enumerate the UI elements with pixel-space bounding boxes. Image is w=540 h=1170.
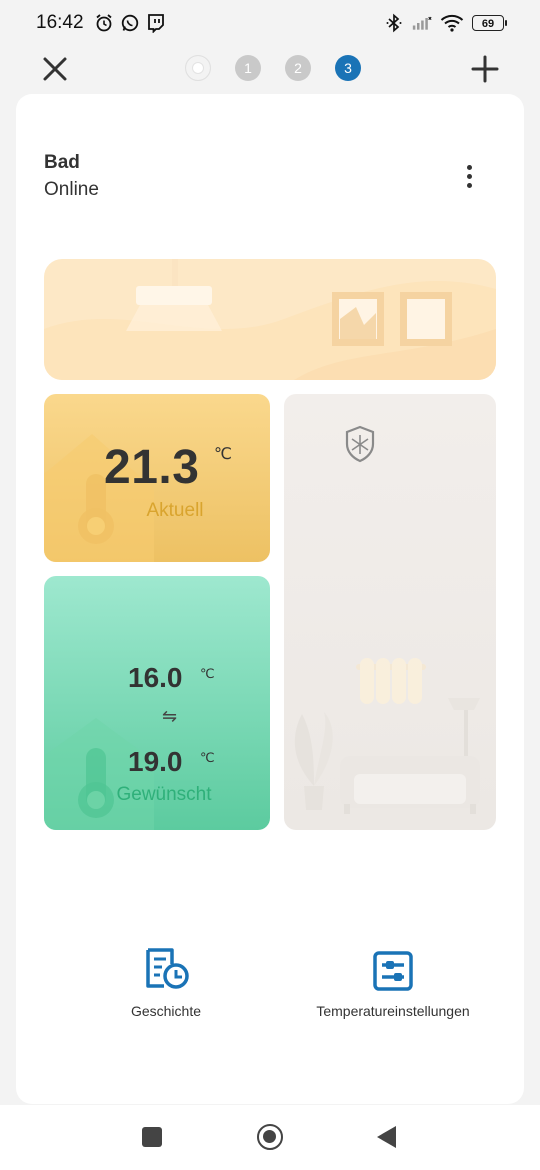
recent-apps-button[interactable] [142,1127,162,1147]
close-button[interactable] [38,52,72,86]
twitch-icon [146,13,166,33]
add-button[interactable] [468,52,502,86]
plus-icon [471,55,499,83]
more-dot [466,183,472,188]
target-high-unit: ℃ [200,750,215,765]
target-high-value: 19.0 [128,746,183,777]
current-temperature-tile[interactable]: 21.3 ℃ Aktuell [44,394,270,562]
signal-icon [412,13,432,33]
snowflake-shield-icon [345,425,375,463]
target-low-unit: ℃ [200,666,215,681]
page-dot-2[interactable]: 2 [285,55,311,81]
mode-tile[interactable] [284,394,496,830]
close-icon [43,57,67,81]
status-right: 69 [384,13,507,33]
current-temperature-unit: ℃ [214,446,232,463]
current-temperature-value: 21.3 [104,441,200,494]
history-label: Geschichte [130,1003,202,1019]
target-low-value: 16.0 [128,662,183,693]
alarm-icon [94,13,114,33]
device-card: Bad Online 21.3 ℃ Aktuell 16.0 ℃ ⇋ 19.0 … [16,94,524,1104]
page-dot-home[interactable] [185,55,211,81]
page-dot-1[interactable]: 1 [235,55,261,81]
battery-icon: 69 [472,15,507,31]
whatsapp-icon [120,13,140,33]
device-status: Online [44,179,99,200]
device-name: Bad [44,152,80,173]
bluetooth-icon [384,13,404,33]
status-left: 16:42 [36,12,166,34]
page-dot-3[interactable]: 3 [335,55,361,81]
temperature-settings-icon [373,951,413,991]
room-banner [44,259,496,380]
status-time: 16:42 [36,12,84,33]
target-temperature-label: Gewünscht [116,784,212,805]
more-dot [466,165,472,170]
target-temperature-tile[interactable]: 16.0 ℃ ⇋ 19.0 ℃ Gewünscht [44,576,270,830]
page-indicator: 1 2 3 [185,55,361,81]
back-button[interactable] [377,1126,396,1148]
more-options-button[interactable] [458,162,480,192]
more-dot [466,174,472,179]
top-nav: 1 2 3 [0,46,540,90]
system-navigation-bar [0,1105,540,1170]
history-icon [146,948,189,989]
status-bar: 16:42 69 [0,0,540,46]
temperature-settings-label: Temperatureinstellungen [316,1003,470,1019]
swap-icon: ⇋ [162,706,178,726]
history-button[interactable]: Geschichte [102,946,230,1019]
temperature-settings-button[interactable]: Temperatureinstellungen [288,950,498,1019]
current-temperature-label: Aktuell [146,500,204,521]
home-button[interactable] [257,1124,283,1150]
room-illustration [44,259,496,380]
wifi-icon [440,13,464,33]
living-room-illustration [294,425,480,814]
